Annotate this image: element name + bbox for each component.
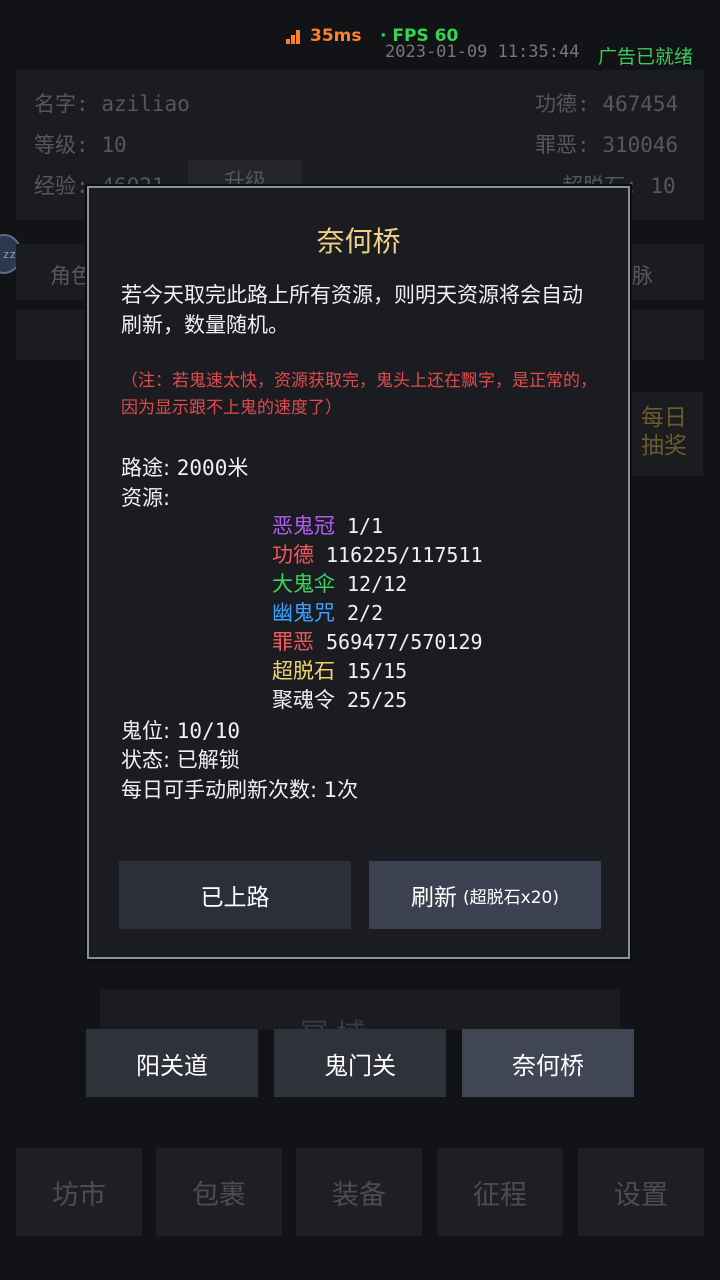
dialog-title: 奈何桥 xyxy=(316,225,401,258)
nav-guimen-button[interactable]: 鬼门关 xyxy=(274,1029,446,1097)
daily-lottery-button[interactable]: 每日 抽奖 xyxy=(625,392,703,476)
level-row: 等级: 10 xyxy=(34,133,127,157)
resources-label: 资源: xyxy=(121,486,171,510)
refresh-count-row: 每日可手动刷新次数: 1次 xyxy=(121,778,359,802)
tab-market[interactable]: 坊市 xyxy=(16,1148,142,1236)
slots-row: 鬼位: 10/10 xyxy=(121,719,240,743)
refresh-cost: (超脱石x20) xyxy=(463,887,559,908)
on-road-button[interactable]: 已上路 xyxy=(119,861,351,929)
nav-yangguan-button[interactable]: 阳关道 xyxy=(86,1029,258,1097)
lottery-label: 抽奖 xyxy=(641,433,687,459)
naihe-bridge-dialog: 奈何桥 若今天取完此路上所有资源，则明天资源将会自动刷新，数量随机。 （注：若鬼… xyxy=(87,186,630,959)
nav-naihe-button[interactable]: 奈何桥 xyxy=(462,1029,634,1097)
daily-label: 每日 xyxy=(641,405,687,431)
state-row: 状态: 已解锁 xyxy=(121,748,240,772)
avatar-text: zz xyxy=(2,247,16,261)
refresh-label: 刷新 xyxy=(411,885,458,911)
resource-item: 恶鬼冠 1/1 xyxy=(272,514,384,538)
resource-item: 功德 116225/117511 xyxy=(272,543,483,567)
tab-bag[interactable]: 包裹 xyxy=(156,1148,282,1236)
resource-item: 幽鬼咒 2/2 xyxy=(272,601,384,625)
ad-ready-text: 广告已就绪 xyxy=(598,46,694,68)
ping-text: 35ms xyxy=(310,26,362,46)
tab-equipment[interactable]: 装备 xyxy=(296,1148,422,1236)
merit-row: 功德: 467454 xyxy=(535,92,679,116)
tab-settings[interactable]: 设置 xyxy=(578,1148,704,1236)
datetime: 2023-01-09 11:35:44 xyxy=(385,42,580,62)
role-tab[interactable]: 角色 xyxy=(50,260,92,290)
tab-journey[interactable]: 征程 xyxy=(437,1148,563,1236)
resource-item: 大鬼伞 12/12 xyxy=(272,572,408,596)
sin-row: 罪恶: 310046 xyxy=(535,133,679,157)
right-tab[interactable]: 脉 xyxy=(632,260,653,290)
distance-row: 路途: 2000米 xyxy=(121,456,249,480)
resource-item: 罪恶 569477/570129 xyxy=(272,630,483,654)
refresh-button[interactable]: 刷新 (超脱石x20) xyxy=(369,861,601,929)
name-row: 名字: aziliao xyxy=(34,92,190,116)
resource-item: 超脱石 15/15 xyxy=(272,659,408,683)
resource-item: 聚魂令 25/25 xyxy=(272,688,408,712)
dialog-note: （注：若鬼速太快，资源获取完，鬼头上还在飘字，是正常的，因为显示跟不上鬼的速度了… xyxy=(121,371,597,418)
dialog-description: 若今天取完此路上所有资源，则明天资源将会自动刷新，数量随机。 xyxy=(121,283,583,337)
signal-bars-icon xyxy=(286,30,304,44)
